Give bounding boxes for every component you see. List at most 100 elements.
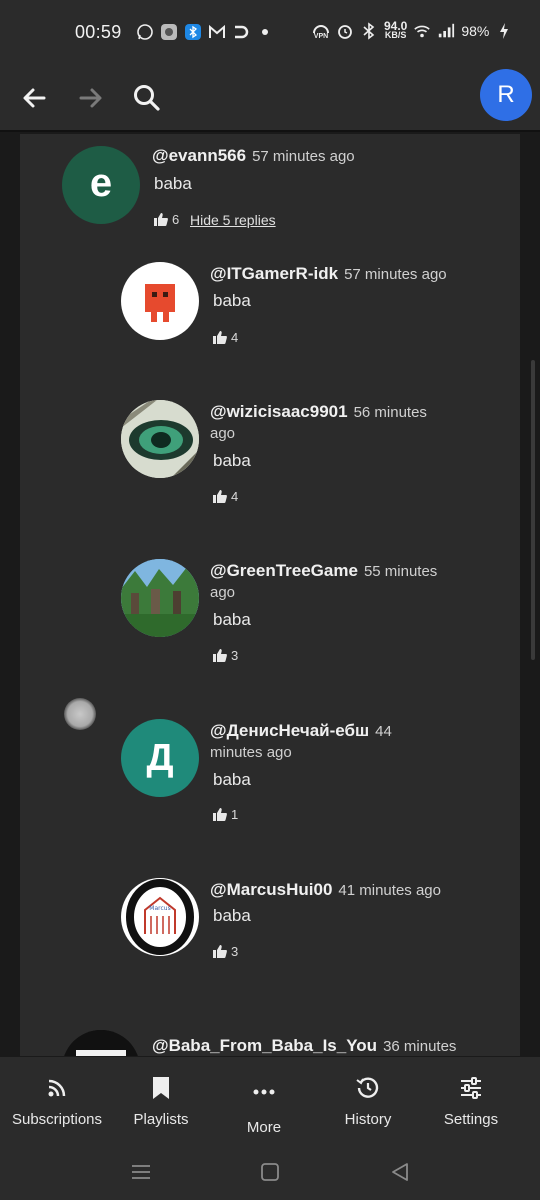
green-eye-icon xyxy=(121,400,199,478)
reply-marcushui: Marcus @MarcusHui00 41 minutes ago baba 3 xyxy=(20,870,520,1010)
bottom-navigation: Subscriptions Playlists More History Set… xyxy=(0,1056,540,1144)
reply-wizicisaac: @wizicisaac9901 56 minutes ago baba 4 xyxy=(20,392,520,552)
like-count[interactable]: 6 xyxy=(154,212,179,227)
rss-icon xyxy=(2,1075,112,1101)
comments-panel: e @evann566 57 minutes ago baba 6 Hide 5 … xyxy=(20,134,520,1056)
like-count[interactable]: 3 xyxy=(213,648,238,663)
wifi-icon xyxy=(413,22,431,40)
battery-level: 98% xyxy=(461,23,490,39)
home-button[interactable] xyxy=(256,1158,284,1186)
nav-label: Subscriptions xyxy=(11,1111,103,1128)
avatar[interactable]: Marcus xyxy=(121,878,199,956)
comment-author[interactable]: @Baba_From_Baba_Is_You 36 minutes xyxy=(152,1036,456,1056)
comment-author[interactable]: @ДенисНечай-ебш 44 xyxy=(210,721,392,741)
search-icon xyxy=(134,85,160,111)
app-header: R xyxy=(0,66,540,132)
nav-more[interactable]: More xyxy=(209,1075,319,1136)
nav-settings[interactable]: Settings xyxy=(416,1075,526,1128)
thumbs-up-icon xyxy=(154,213,168,226)
profile-avatar-button[interactable]: R xyxy=(480,69,532,121)
status-time: 00:59 xyxy=(75,22,122,42)
comment-baba-from-baba-is-you: @Baba_From_Baba_Is_You 36 minutes xyxy=(20,1030,520,1056)
app-icon xyxy=(160,23,178,41)
comment-text: baba xyxy=(213,906,251,925)
nav-label: Settings xyxy=(443,1111,499,1128)
bluetooth-app-icon xyxy=(184,23,202,41)
comment-time-cont: ago xyxy=(210,584,236,601)
cast-icon xyxy=(232,23,250,41)
comment-author[interactable]: @MarcusHui00 41 minutes ago xyxy=(210,880,441,900)
comment-author[interactable]: @ITGamerR-idk 57 minutes ago xyxy=(210,264,447,284)
comment-time: 57 minutes ago xyxy=(252,148,355,165)
reply-denis: Д @ДенисНечай-ебш 44 minutes ago baba 1 xyxy=(20,711,520,871)
avatar[interactable]: Д xyxy=(121,719,199,797)
hide-replies-link[interactable]: Hide 5 replies xyxy=(190,212,276,228)
recents-button[interactable] xyxy=(127,1158,155,1186)
house-logo-icon: Marcus xyxy=(126,879,194,955)
search-button[interactable] xyxy=(127,78,167,118)
like-count[interactable]: 3 xyxy=(213,944,238,959)
comment-author[interactable]: @wizicisaac9901 56 minutes xyxy=(210,402,427,422)
sliders-icon xyxy=(416,1075,526,1101)
like-count[interactable]: 4 xyxy=(213,489,238,504)
red-creature-icon xyxy=(145,284,175,322)
avatar[interactable] xyxy=(62,1030,140,1056)
comment-time: 41 minutes ago xyxy=(338,882,441,899)
comment-evann566: e @evann566 57 minutes ago baba 6 Hide 5 … xyxy=(20,134,520,254)
nav-history[interactable]: History xyxy=(313,1075,423,1128)
like-count[interactable]: 1 xyxy=(213,807,238,822)
avatar[interactable] xyxy=(121,262,199,340)
nav-label: More xyxy=(246,1119,282,1136)
back-button[interactable] xyxy=(14,78,54,118)
dot-icon xyxy=(256,23,274,41)
forward-button[interactable] xyxy=(71,78,111,118)
whatsapp-icon xyxy=(136,23,154,41)
notification-icons xyxy=(136,23,274,41)
nav-subscriptions[interactable]: Subscriptions xyxy=(2,1075,112,1128)
more-dots-icon xyxy=(209,1079,319,1105)
charging-icon xyxy=(495,22,513,40)
comment-author[interactable]: @evann566 57 minutes ago xyxy=(152,146,355,166)
alarm-icon xyxy=(336,22,354,40)
thumbs-up-icon xyxy=(213,649,227,662)
menu-lines-icon xyxy=(132,1165,150,1179)
comment-time: 57 minutes ago xyxy=(344,266,447,283)
avatar[interactable] xyxy=(121,400,199,478)
reply-greentreegame: @GreenTreeGame 55 minutes ago baba 3 xyxy=(20,551,520,711)
nav-playlists[interactable]: Playlists xyxy=(106,1075,216,1128)
avatar[interactable] xyxy=(121,559,199,637)
nav-label: Playlists xyxy=(133,1111,189,1128)
system-navigation xyxy=(0,1144,540,1200)
thumbs-up-icon xyxy=(213,331,227,344)
arrow-right-icon xyxy=(79,88,102,108)
comment-time-cont: ago xyxy=(210,425,236,442)
thumbs-up-icon xyxy=(213,490,227,503)
comment-author[interactable]: @GreenTreeGame 55 minutes xyxy=(210,561,437,581)
comment-text: baba xyxy=(213,291,251,310)
touch-indicator xyxy=(64,698,96,730)
comment-text: baba xyxy=(154,174,192,193)
comment-time: 44 xyxy=(375,723,392,740)
bookmark-icon xyxy=(106,1075,216,1101)
nav-label: History xyxy=(344,1111,392,1128)
vpn-icon: VPN xyxy=(312,22,330,40)
comment-time: 56 minutes xyxy=(353,404,427,421)
comment-time: 55 minutes xyxy=(363,563,438,580)
thumbs-up-icon xyxy=(213,945,227,958)
avatar[interactable]: e xyxy=(62,146,140,224)
triangle-back-icon xyxy=(392,1163,408,1181)
comment-time: 36 minutes xyxy=(383,1038,457,1055)
comment-text: baba xyxy=(213,770,251,789)
thumbs-up-icon xyxy=(213,808,227,821)
system-back-button[interactable] xyxy=(386,1158,414,1186)
reply-itgamerr: @ITGamerR-idk 57 minutes ago baba 4 xyxy=(20,254,520,414)
signal-icon xyxy=(437,22,455,40)
bluetooth-icon xyxy=(360,22,378,40)
like-count[interactable]: 4 xyxy=(213,330,238,345)
scrollbar[interactable] xyxy=(531,360,535,660)
baba-creature-icon xyxy=(62,1030,140,1056)
arrow-left-icon xyxy=(23,88,46,108)
svg-text:Marcus: Marcus xyxy=(149,905,170,912)
comment-time-cont: minutes ago xyxy=(210,744,292,761)
network-speed: 94.0 KB/S xyxy=(384,19,408,40)
